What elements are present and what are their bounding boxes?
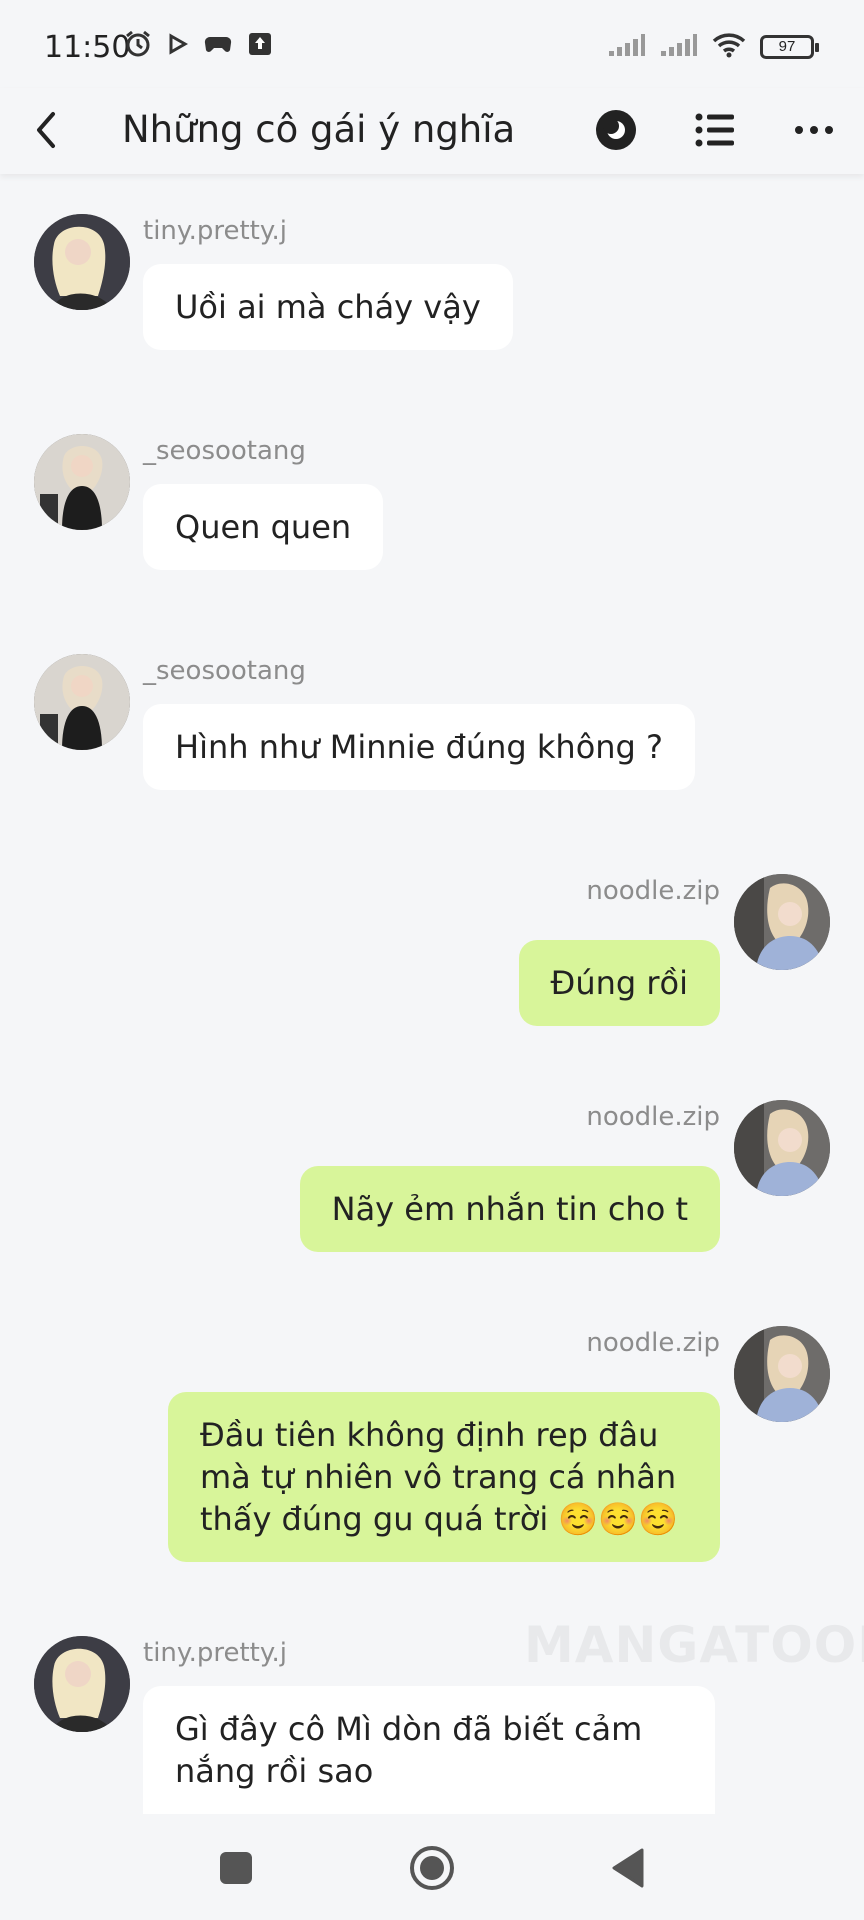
list-icon [695,113,734,147]
username: _seosootang [143,656,306,686]
username: noodle.zip [586,876,720,906]
back-button[interactable] [18,102,74,158]
status-icons-right: 97 [608,32,819,62]
signal-icon [608,33,646,61]
avatar[interactable] [34,1636,130,1732]
signal-icon [660,33,698,61]
chat-thread[interactable]: tiny.pretty.j Uồi ai mà cháy vậy _seosoo… [0,174,864,1814]
night-mode-icon [596,110,636,150]
upload-icon [248,32,272,60]
watermark: MANGATOON [524,1616,864,1674]
avatar[interactable] [734,1100,830,1196]
play-icon [168,33,189,59]
avatar[interactable] [34,434,130,530]
header: Những cô gái ý nghĩa [0,88,864,174]
more-button[interactable] [784,100,844,160]
more-icon [795,126,833,134]
page-title: Những cô gái ý nghĩa [122,108,516,151]
message-bubble: Gì đây cô Mì dòn đã biết cảm nắng rồi sa… [143,1686,715,1814]
battery-icon: 97 [760,35,819,59]
message-bubble: Uồi ai mà cháy vậy [143,264,513,350]
message-bubble: Nãy ẻm nhắn tin cho t [299,1166,720,1252]
avatar[interactable] [734,1326,830,1422]
avatar[interactable] [734,874,830,970]
message-bubble: Đầu tiên không định rep đâu mà tự nhiên … [168,1392,720,1562]
username: noodle.zip [586,1328,720,1358]
recents-icon [220,1852,252,1884]
username: noodle.zip [586,1102,720,1132]
username: tiny.pretty.j [143,216,288,246]
back-nav-button[interactable] [596,1836,660,1900]
alarm-icon [124,30,152,62]
back-icon [612,1848,644,1888]
home-icon [410,1846,454,1890]
username: tiny.pretty.j [143,1638,288,1668]
wifi-icon [712,32,746,62]
avatar[interactable] [34,654,130,750]
navigation-bar [0,1814,864,1920]
night-mode-button[interactable] [586,100,646,160]
message-bubble: Đúng rồi [518,940,720,1026]
chapter-list-button[interactable] [685,100,745,160]
gamepad-icon [204,33,232,59]
avatar[interactable] [34,214,130,310]
username: _seosootang [143,436,306,466]
status-bar: 11:50 97 [0,0,864,88]
status-time: 11:50 [44,30,131,65]
message-bubble: Hình như Minnie đúng không ? [143,704,696,790]
recents-button[interactable] [204,1836,268,1900]
chevron-left-icon [37,112,55,148]
home-button[interactable] [400,1836,464,1900]
message-bubble: Quen quen [143,484,384,570]
screen: 11:50 97 Những cô gái ý nghĩa tiny.prett… [0,0,864,1920]
status-icons-left [124,30,272,62]
